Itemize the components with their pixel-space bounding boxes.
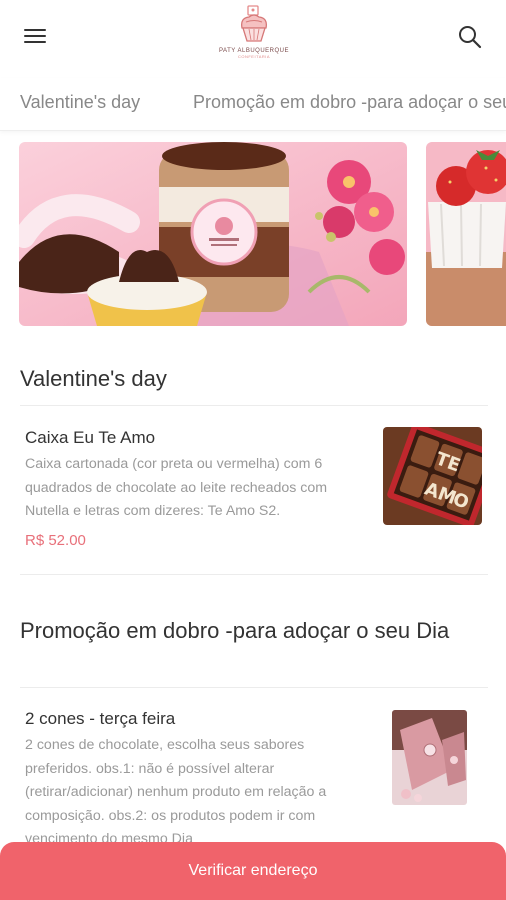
tab-valentines-day[interactable]: Valentine's day <box>20 92 140 113</box>
section-title-promocao-em-dobro: Promoção em dobro -para adoçar o seu Dia <box>20 618 450 643</box>
category-tabs: Valentine's day Promoção em dobro -para … <box>0 78 506 131</box>
product-description: Caixa cartonada (cor preta ou vermelha) … <box>25 456 328 519</box>
product-image-chocolate-box: TE AM O <box>383 427 482 525</box>
tab-promocao-em-dobro[interactable]: Promoção em dobro -para adoçar o seu Dia <box>193 92 506 113</box>
cupcake-logo-icon <box>241 5 267 42</box>
product-description: 2 cones de chocolate, escolha seus sabor… <box>25 737 327 846</box>
product-image-chocolate-cones <box>392 710 467 805</box>
top-app-bar: PATY ALBUQUERQUE CONFEITARIA <box>0 0 506 78</box>
product-card-caixa-eu-te-amo[interactable]: Caixa Eu Te Amo Caixa cartonada (cor pre… <box>0 406 506 574</box>
banner-image-valentine[interactable] <box>19 142 407 326</box>
product-name: Caixa Eu Te Amo <box>25 428 156 447</box>
product-price: R$ 52.00 <box>25 532 86 549</box>
verify-address-button[interactable]: Verificar endereço <box>0 842 506 900</box>
search-icon[interactable] <box>457 24 483 50</box>
section-title-valentines-day: Valentine's day <box>20 366 167 391</box>
hamburger-menu-icon[interactable] <box>24 27 46 45</box>
product-divider <box>20 574 488 575</box>
brand-logo[interactable]: PATY ALBUQUERQUE CONFEITARIA <box>219 4 289 70</box>
product-name: 2 cones - terça feira <box>25 709 176 728</box>
banner-carousel[interactable] <box>0 142 506 328</box>
product-card-2-cones[interactable]: 2 cones - terça feira 2 cones de chocola… <box>0 688 506 848</box>
banner-image-strawberries[interactable] <box>426 142 506 326</box>
brand-tagline: CONFEITARIA <box>237 54 271 59</box>
